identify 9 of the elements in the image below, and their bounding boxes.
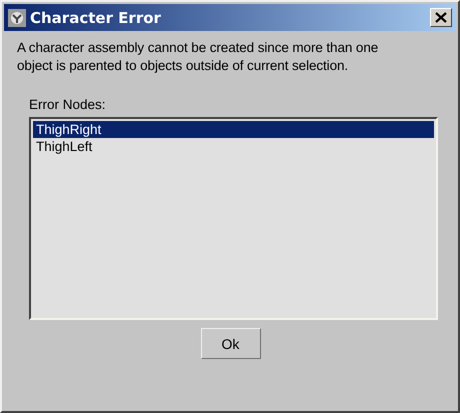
app-icon — [8, 8, 26, 26]
list-label: Error Nodes: — [29, 97, 106, 112]
close-button[interactable] — [430, 8, 452, 27]
window-title: Character Error — [30, 8, 162, 26]
error-message: A character assembly cannot be created since more than one object is parented to objects outside of current selection. — [17, 39, 380, 75]
list-item[interactable]: ThighLeft — [33, 138, 434, 155]
close-icon — [435, 12, 447, 23]
list-item[interactable]: ThighRight — [33, 121, 434, 138]
ok-button[interactable]: Ok — [200, 328, 260, 359]
